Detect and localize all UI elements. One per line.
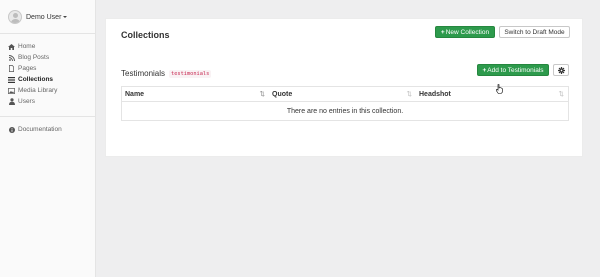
add-entry-button[interactable]: + Add to Testimonials: [477, 64, 549, 76]
collections-panel: Collections + New Collection Switch to D…: [105, 18, 583, 157]
user-icon: [8, 98, 15, 105]
collection-slug: testimonials: [169, 69, 212, 78]
rss-icon: [8, 54, 15, 61]
add-entry-label: Add to Testimonials: [487, 66, 544, 74]
plus-icon: +: [440, 28, 445, 36]
empty-message: There are no entries in this collection.: [286, 107, 404, 115]
sidebar-item-label: Users: [18, 98, 35, 105]
user-name: Demo User: [26, 13, 62, 21]
list-icon: [8, 76, 15, 83]
sidebar-divider: [0, 33, 96, 34]
user-menu[interactable]: Demo User: [8, 10, 68, 24]
sidebar-divider: [0, 116, 96, 117]
new-collection-label: New Collection: [445, 28, 490, 36]
sidebar-item-blog-posts[interactable]: Blog Posts: [8, 52, 57, 63]
sidebar-item-media-library[interactable]: Media Library: [8, 85, 57, 96]
page-title: Collections: [121, 30, 170, 40]
sidebar-item-pages[interactable]: Pages: [8, 63, 57, 74]
hand-cursor-icon: [496, 84, 503, 94]
new-collection-button[interactable]: + New Collection: [435, 26, 495, 38]
sidebar-item-label: Home: [18, 43, 36, 50]
info-icon: [8, 126, 15, 133]
home-icon: [8, 43, 15, 50]
sidebar-item-label: Collections: [18, 76, 54, 83]
sidebar-item-documentation[interactable]: Documentation: [8, 124, 62, 135]
sidebar-item-label: Blog Posts: [18, 54, 50, 61]
image-icon: [8, 87, 15, 94]
gear-icon: [557, 66, 565, 74]
chevron-down-icon: [63, 16, 68, 18]
collection-settings-button[interactable]: [553, 64, 569, 76]
sort-icon: ⇅: [558, 91, 564, 98]
collection-name: Testimonials: [121, 69, 166, 78]
sidebar-item-label: Media Library: [18, 87, 58, 94]
sidebar: Demo User Home Blog Posts Pages Collecti…: [0, 0, 96, 277]
sidebar-item-users[interactable]: Users: [8, 96, 57, 107]
file-icon: [8, 65, 15, 72]
avatar: [8, 10, 22, 24]
sort-alpha-icon: ⇅: [259, 91, 265, 98]
column-header-quote[interactable]: Quote ⇅: [269, 87, 416, 101]
column-header-name[interactable]: Name ⇅: [122, 87, 269, 101]
column-header-headshot[interactable]: Headshot ⇅: [416, 87, 568, 101]
sidebar-item-collections[interactable]: Collections: [8, 74, 57, 85]
sidebar-nav: Home Blog Posts Pages Collections Media …: [8, 41, 57, 107]
sidebar-item-home[interactable]: Home: [8, 41, 57, 52]
sidebar-item-label: Pages: [18, 65, 37, 72]
collection-heading: Testimonials testimonials: [121, 69, 212, 78]
plus-icon: +: [482, 66, 487, 74]
sort-icon: ⇅: [406, 91, 412, 98]
sidebar-secondary-nav: Documentation: [8, 124, 62, 135]
switch-draft-mode-button[interactable]: Switch to Draft Mode: [499, 26, 570, 38]
sidebar-item-label: Documentation: [18, 126, 62, 133]
